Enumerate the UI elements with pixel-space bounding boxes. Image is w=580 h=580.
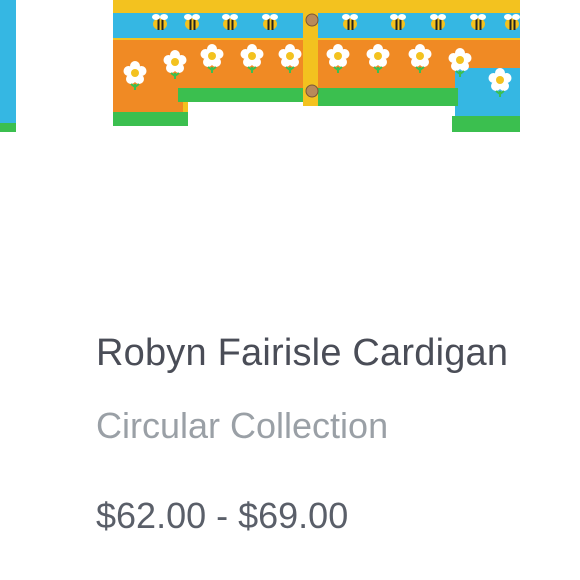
cardigan-illustration	[113, 0, 520, 132]
product-title[interactable]: Robyn Fairisle Cardigan	[96, 330, 564, 376]
product-image[interactable]	[0, 0, 580, 140]
product-brand[interactable]: Circular Collection	[96, 404, 564, 448]
product-price: $62.00 - $69.00	[96, 495, 349, 536]
